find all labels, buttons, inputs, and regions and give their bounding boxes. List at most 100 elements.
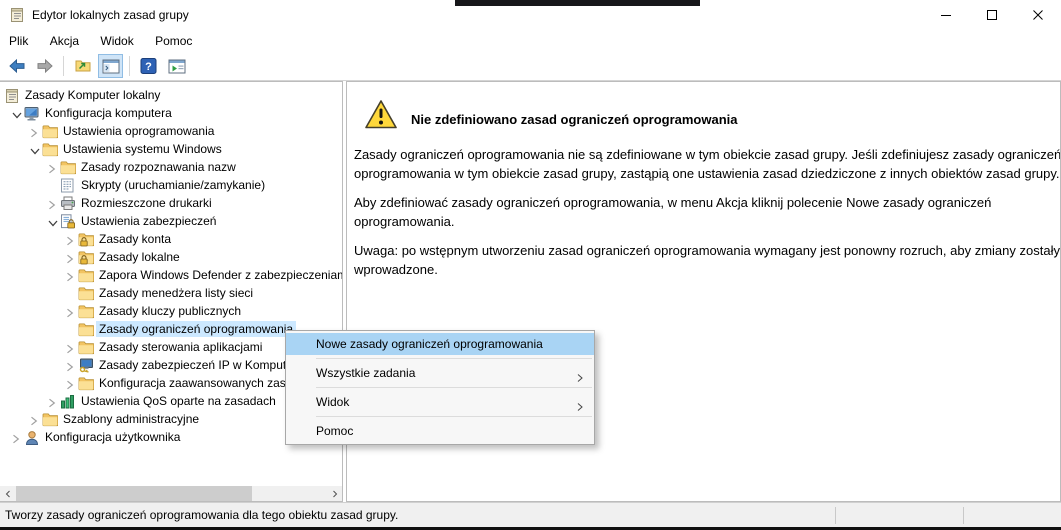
menu-item-label: Nowe zasady ograniczeń oprogramowania xyxy=(316,337,543,351)
menu-item-label: Widok xyxy=(316,395,349,409)
scrollbar-thumb[interactable] xyxy=(16,486,252,501)
tree-item[interactable]: Ustawienia systemu Windows xyxy=(0,141,342,159)
forward-button[interactable] xyxy=(32,54,57,78)
menu-item-label: Pomoc xyxy=(316,424,353,438)
tree-item-label: Zasady lokalne xyxy=(96,249,183,265)
window-title: Edytor lokalnych zasad grupy xyxy=(32,8,189,22)
chevron-collapsed-icon[interactable] xyxy=(30,127,38,141)
chevron-collapsed-icon[interactable] xyxy=(30,415,38,429)
menu-widok[interactable]: Widok xyxy=(91,30,142,52)
submenu-arrow-icon xyxy=(577,368,583,390)
menu-pomoc[interactable]: Pomoc xyxy=(146,30,201,52)
tree-item-label: Ustawienia QoS oparte na zasadach xyxy=(78,393,279,409)
chevron-collapsed-icon[interactable] xyxy=(66,271,74,285)
help-icon: ? xyxy=(140,58,157,74)
paragraph: Aby zdefiniować zasady ograniczeń oprogr… xyxy=(354,193,1061,231)
scroll-left-arrow-icon[interactable] xyxy=(0,486,15,501)
tree-item[interactable]: Skrypty (uruchamianie/zamykanie) xyxy=(0,177,342,195)
menu-plik[interactable]: Plik xyxy=(0,30,37,52)
tree-item[interactable]: Zasady kluczy publicznych xyxy=(0,303,342,321)
chevron-collapsed-icon[interactable] xyxy=(66,307,74,321)
tree-item[interactable]: Zasady konta xyxy=(0,231,342,249)
context-menu: Nowe zasady ograniczeń oprogramowania Ws… xyxy=(285,330,595,445)
folder-icon xyxy=(78,376,94,394)
tree-item[interactable]: Zasady lokalne xyxy=(0,249,342,267)
chevron-collapsed-icon[interactable] xyxy=(66,379,74,393)
menu-akcja[interactable]: Akcja xyxy=(41,30,88,52)
minimize-button[interactable] xyxy=(923,0,969,30)
statusbar-divider xyxy=(835,507,836,524)
folder-icon xyxy=(42,412,58,430)
context-menu-item-new-software-restriction-policies[interactable]: Nowe zasady ograniczeń oprogramowania xyxy=(286,333,594,355)
menu-separator xyxy=(316,416,592,417)
chevron-collapsed-icon[interactable] xyxy=(66,343,74,357)
tree-item[interactable]: Ustawienia oprogramowania xyxy=(0,123,342,141)
chevron-collapsed-icon[interactable] xyxy=(66,361,74,375)
menu-separator xyxy=(316,387,592,388)
chevron-collapsed-icon[interactable] xyxy=(48,199,56,213)
tree-item[interactable]: Zasady rozpoznawania nazw xyxy=(0,159,342,177)
tree-item[interactable]: Zasady menedżera listy sieci xyxy=(0,285,342,303)
tree-item-label: Konfiguracja zaawansowanych zas xyxy=(96,375,289,391)
folder-icon xyxy=(42,124,58,142)
tree-item[interactable]: Rozmieszczone drukarki xyxy=(0,195,342,213)
export-list-icon xyxy=(74,58,92,74)
export-list-button[interactable] xyxy=(70,54,95,78)
tree-item[interactable]: Ustawienia zabezpieczeń xyxy=(0,213,342,231)
close-button[interactable] xyxy=(1015,0,1061,30)
help-button[interactable]: ? xyxy=(136,54,161,78)
tree-item[interactable]: Konfiguracja komputera xyxy=(0,105,342,123)
horizontal-scrollbar[interactable] xyxy=(0,486,342,501)
paragraph: Zasady ograniczeń oprogramowania nie są … xyxy=(354,145,1061,183)
tree-item-label: Zasady ograniczeń oprogramowania xyxy=(96,321,296,337)
menu-separator xyxy=(316,358,592,359)
show-action-pane-icon xyxy=(168,59,186,74)
chevron-collapsed-icon[interactable] xyxy=(66,253,74,267)
chevron-collapsed-icon[interactable] xyxy=(66,235,74,249)
tree-item[interactable]: Zapora Windows Defender z zabezpieczenia… xyxy=(0,267,342,285)
script-icon xyxy=(60,178,75,196)
printer-icon xyxy=(60,196,76,214)
context-menu-item-view[interactable]: Widok xyxy=(286,391,594,413)
show-console-tree-button[interactable] xyxy=(98,54,123,78)
context-menu-item-all-tasks[interactable]: Wszystkie zadania xyxy=(286,362,594,384)
ipsec-icon xyxy=(78,358,94,376)
toolbar-separator xyxy=(129,56,130,76)
tree-item-label: Konfiguracja komputera xyxy=(42,105,175,121)
chevron-expanded-icon[interactable] xyxy=(12,109,22,123)
tree-item-label: Ustawienia oprogramowania xyxy=(60,123,217,139)
minimize-icon xyxy=(941,10,951,20)
user-icon xyxy=(24,430,40,449)
tree-item-label: Zasady rozpoznawania nazw xyxy=(78,159,239,175)
paragraph: Uwaga: po wstępnym utworzeniu zasad ogra… xyxy=(354,241,1061,279)
maximize-button[interactable] xyxy=(969,0,1015,30)
details-pane-text: Zasady ograniczeń oprogramowania nie są … xyxy=(354,145,1061,289)
tree-item-label: Szablony administracyjne xyxy=(60,411,202,427)
background-window-artifact xyxy=(455,0,700,6)
tree-item-label: Zasady menedżera listy sieci xyxy=(96,285,256,301)
chevron-collapsed-icon[interactable] xyxy=(48,163,56,177)
status-text: Tworzy zasady ograniczeń oprogramowania … xyxy=(5,508,398,522)
tree-item-label: Ustawienia zabezpieczeń xyxy=(78,213,219,229)
folder-lock-icon xyxy=(78,250,94,268)
tree-item-label: Rozmieszczone drukarki xyxy=(78,195,215,211)
folder-icon xyxy=(78,322,94,340)
tree-item[interactable]: Zasady Komputer lokalny xyxy=(0,87,342,105)
chevron-expanded-icon[interactable] xyxy=(30,145,40,159)
chevron-expanded-icon[interactable] xyxy=(48,217,58,231)
show-console-tree-icon xyxy=(102,59,120,74)
back-icon xyxy=(8,58,26,74)
context-menu-item-help[interactable]: Pomoc xyxy=(286,420,594,442)
tree-item-label: Zasady sterowania aplikacjami xyxy=(96,339,265,355)
chevron-collapsed-icon[interactable] xyxy=(12,433,20,447)
folder-icon xyxy=(42,142,58,160)
security-settings-icon xyxy=(60,214,76,232)
show-action-pane-button[interactable] xyxy=(164,54,189,78)
details-pane-title: Nie zdefiniowano zasad ograniczeń oprogr… xyxy=(411,112,738,127)
back-button[interactable] xyxy=(4,54,29,78)
chevron-collapsed-icon[interactable] xyxy=(48,397,56,411)
toolbar: ? xyxy=(0,52,1061,81)
folder-icon xyxy=(78,340,94,358)
statusbar-divider xyxy=(963,507,964,524)
scroll-right-arrow-icon[interactable] xyxy=(327,486,342,501)
